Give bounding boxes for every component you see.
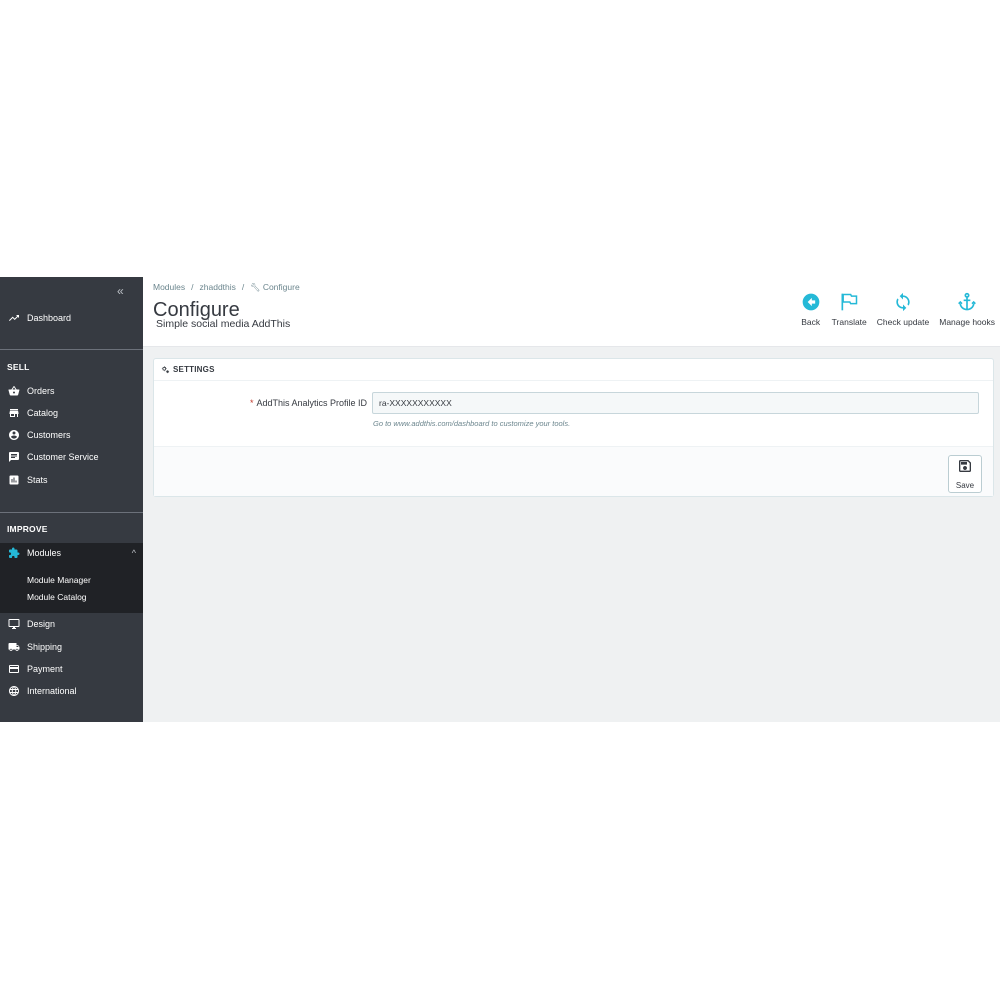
- breadcrumb-item[interactable]: zhaddthis: [200, 282, 236, 292]
- sidebar-item-label: Modules: [27, 548, 62, 558]
- app-window: « Dashboard SELL Orders Catalog Customer…: [0, 277, 1000, 722]
- panel-heading: SETTINGS: [154, 359, 993, 381]
- sidebar-item-label: Payment: [27, 664, 63, 674]
- toolbar-label: Translate: [831, 317, 867, 327]
- toolbar-label: Manage hooks: [939, 317, 995, 327]
- translate-button[interactable]: Translate: [832, 291, 867, 327]
- sidebar-item-label: International: [27, 686, 77, 696]
- wrench-icon: 🔧︎: [250, 283, 261, 292]
- bar-chart-icon: [7, 474, 21, 486]
- panel-footer: Save: [154, 446, 993, 496]
- page-subtitle: Simple social media AddThis: [156, 318, 291, 330]
- field-label-text: AddThis Analytics Profile ID: [256, 398, 367, 408]
- anchor-icon: [956, 291, 978, 313]
- breadcrumb-item[interactable]: Modules: [153, 282, 185, 292]
- sidebar-item-shipping[interactable]: Shipping: [0, 636, 143, 658]
- save-icon: [957, 458, 973, 479]
- save-button[interactable]: Save: [948, 455, 982, 493]
- divider: [0, 512, 143, 513]
- form-row-profile-id: * AddThis Analytics Profile ID: [154, 391, 995, 415]
- sidebar-item-customers[interactable]: Customers: [0, 424, 143, 446]
- chevron-up-icon: ^: [131, 548, 136, 558]
- sidebar-item-catalog[interactable]: Catalog: [0, 402, 143, 424]
- sidebar-item-orders[interactable]: Orders: [0, 380, 143, 402]
- settings-panel: SETTINGS *AddThis Analytics Profile ID G…: [153, 358, 994, 497]
- panel-title: SETTINGS: [173, 365, 215, 374]
- sidebar-item-stats[interactable]: Stats: [0, 469, 143, 491]
- toolbar-label: Check update: [876, 317, 930, 327]
- sidebar-item-label: Dashboard: [27, 313, 72, 323]
- store-icon: [7, 407, 21, 419]
- divider: [0, 349, 143, 350]
- section-title-sell: SELL: [7, 362, 30, 372]
- sidebar-item-label: Shipping: [27, 642, 63, 652]
- sidebar-item-design[interactable]: Design: [0, 613, 143, 635]
- sidebar-item-label: Orders: [27, 386, 55, 396]
- toolbar: Back Translate Check update Manage hooks: [800, 291, 995, 327]
- credit-card-icon: [7, 663, 21, 675]
- sidebar-subitem-module-catalog[interactable]: Module Catalog: [27, 592, 87, 602]
- manage-hooks-button[interactable]: Manage hooks: [939, 291, 995, 327]
- sidebar-item-modules[interactable]: Modules ^: [0, 542, 143, 564]
- account-icon: [7, 429, 21, 441]
- save-label: Save: [955, 481, 975, 490]
- basket-icon: [7, 385, 21, 397]
- refresh-icon: [892, 291, 914, 313]
- trending-up-icon: [7, 312, 21, 324]
- breadcrumb-current: 🔧︎ Configure: [250, 282, 299, 292]
- required-marker: *: [249, 398, 254, 408]
- back-button[interactable]: Back: [800, 291, 822, 327]
- sidebar-item-label: Catalog: [27, 408, 59, 418]
- globe-icon: [7, 685, 21, 697]
- profile-id-input[interactable]: [372, 392, 979, 414]
- help-text: Go to www.addthis.com/dashboard to custo…: [373, 419, 571, 428]
- truck-icon: [7, 641, 21, 653]
- chat-icon: [7, 451, 21, 463]
- sidebar-item-dashboard[interactable]: Dashboard: [0, 307, 143, 329]
- breadcrumb-separator: /: [191, 282, 194, 292]
- field-label: * AddThis Analytics Profile ID: [250, 398, 367, 408]
- cogs-icon: [160, 365, 171, 375]
- collapse-sidebar-icon[interactable]: «: [117, 284, 124, 298]
- sidebar-item-customer-service[interactable]: Customer Service: [0, 446, 143, 468]
- sidebar-item-label: Customers: [27, 430, 71, 440]
- sidebar-item-label: Design: [27, 619, 56, 629]
- breadcrumb-separator: /: [241, 282, 245, 292]
- breadcrumb: Modules / zhaddthis / 🔧︎ Configure: [153, 282, 300, 292]
- sidebar: « Dashboard SELL Orders Catalog Customer…: [0, 277, 143, 722]
- sidebar-item-payment[interactable]: Payment: [0, 658, 143, 680]
- sidebar-subitem-module-manager[interactable]: Module Manager: [27, 575, 91, 585]
- breadcrumb-current-label: Configure: [262, 282, 300, 292]
- flag-icon: [838, 291, 860, 313]
- puzzle-icon: [7, 547, 21, 559]
- page-header: Modules / zhaddthis / 🔧︎ Configure Confi…: [143, 277, 1000, 347]
- toolbar-label: Back: [801, 317, 821, 327]
- back-arrow-icon: [800, 291, 822, 313]
- sidebar-item-label: Customer Service: [27, 452, 99, 462]
- section-title-improve: IMPROVE: [7, 524, 48, 534]
- sidebar-item-label: Stats: [27, 475, 48, 485]
- desktop-icon: [7, 618, 21, 630]
- check-update-button[interactable]: Check update: [877, 291, 929, 327]
- sidebar-item-international[interactable]: International: [0, 680, 143, 702]
